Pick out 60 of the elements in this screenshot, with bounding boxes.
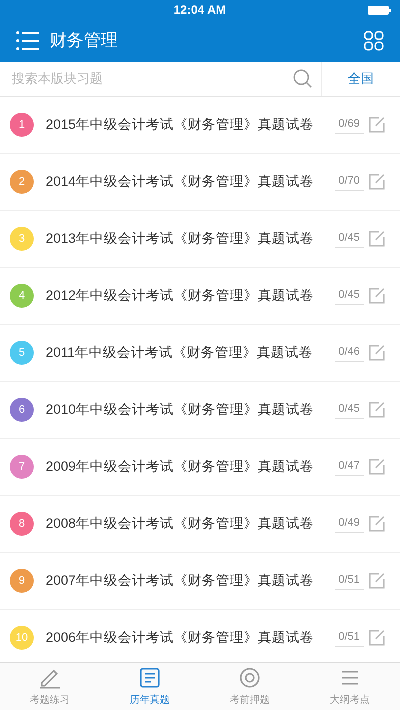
exam-title: 2007年中级会计考试《财务管理》真题试卷 <box>46 572 316 590</box>
exam-title: 2008年中级会计考试《财务管理》真题试卷 <box>46 514 316 533</box>
number-badge: 2 <box>10 170 34 194</box>
progress-count: 0/45 <box>334 287 364 305</box>
search-icon[interactable] <box>293 69 313 89</box>
header-title: 财务管理 <box>50 30 119 52</box>
exam-title: 2013年中级会计考试《财务管理》真题试卷 <box>46 230 316 248</box>
progress-count: 0/69 <box>334 116 364 134</box>
edit-icon[interactable] <box>368 458 386 476</box>
exam-row[interactable]: 1 2015年中级会计考试《财务管理》真题试卷 0/69 <box>0 97 400 154</box>
exam-row[interactable]: 6 2010年中级会计考试《财务管理》真题试卷 0/45 <box>0 382 400 439</box>
document-icon <box>138 666 162 690</box>
menu-icon[interactable] <box>16 30 40 52</box>
progress-count: 0/51 <box>334 572 364 590</box>
number-badge: 1 <box>10 113 34 137</box>
target-icon <box>238 666 262 690</box>
exam-title: 2011年中级会计考试《财务管理》真题试卷 <box>46 344 314 362</box>
exam-title: 2014年中级会计考试《财务管理》真题试卷 <box>46 172 316 191</box>
tab-item[interactable]: 历年真题 <box>100 663 200 710</box>
edit-icon[interactable] <box>368 344 386 362</box>
progress-count: 0/49 <box>334 515 364 533</box>
progress-count: 0/46 <box>334 344 364 362</box>
number-badge: 9 <box>10 569 34 593</box>
status-time: 12:04 AM <box>174 2 226 19</box>
exam-row[interactable]: 2 2014年中级会计考试《财务管理》真题试卷 0/70 <box>0 154 400 211</box>
edit-icon[interactable] <box>368 572 386 590</box>
exam-row[interactable]: 3 2013年中级会计考试《财务管理》真题试卷 0/45 <box>0 211 400 268</box>
exam-row[interactable]: 4 2012年中级会计考试《财务管理》真题试卷 0/45 <box>0 268 400 325</box>
exam-row[interactable]: 8 2008年中级会计考试《财务管理》真题试卷 0/49 <box>0 496 400 553</box>
number-badge: 8 <box>10 512 34 536</box>
edit-icon[interactable] <box>368 116 386 134</box>
progress-count: 0/47 <box>334 458 364 476</box>
number-badge: 6 <box>10 398 34 422</box>
search-field[interactable]: 搜索本版块习题 <box>12 69 293 89</box>
exam-title: 2006年中级会计考试《财务管理》真题试卷 <box>46 628 316 647</box>
edit-icon[interactable] <box>368 287 386 305</box>
number-badge: 4 <box>10 284 34 308</box>
edit-icon[interactable] <box>368 629 386 647</box>
edit-icon[interactable] <box>368 173 386 191</box>
grid-icon[interactable] <box>364 31 384 51</box>
exam-row[interactable]: 7 2009年中级会计考试《财务管理》真题试卷 0/47 <box>0 439 400 496</box>
progress-count: 0/45 <box>334 230 364 248</box>
number-badge: 3 <box>10 227 34 251</box>
exam-title: 2015年中级会计考试《财务管理》真题试卷 <box>46 116 316 134</box>
progress-count: 0/70 <box>334 173 364 191</box>
battery-icon <box>368 6 392 15</box>
progress-count: 0/45 <box>334 401 364 419</box>
region-selector[interactable]: 全国 <box>322 62 400 96</box>
exam-title: 2009年中级会计考试《财务管理》真题试卷 <box>46 458 316 476</box>
exam-title: 2012年中级会计考试《财务管理》真题试卷 <box>46 286 316 305</box>
edit-icon[interactable] <box>368 230 386 248</box>
edit-icon[interactable] <box>368 401 386 419</box>
number-badge: 7 <box>10 455 34 479</box>
exam-row[interactable]: 9 2007年中级会计考试《财务管理》真题试卷 0/51 <box>0 553 400 610</box>
number-badge: 5 <box>10 341 34 365</box>
edit-icon[interactable] <box>368 515 386 533</box>
number-badge: 10 <box>10 626 34 650</box>
exam-title: 2010年中级会计考试《财务管理》真题试卷 <box>46 400 316 419</box>
progress-count: 0/51 <box>334 629 364 647</box>
exam-row[interactable]: 5 2011年中级会计考试《财务管理》真题试卷 0/46 <box>0 325 400 382</box>
